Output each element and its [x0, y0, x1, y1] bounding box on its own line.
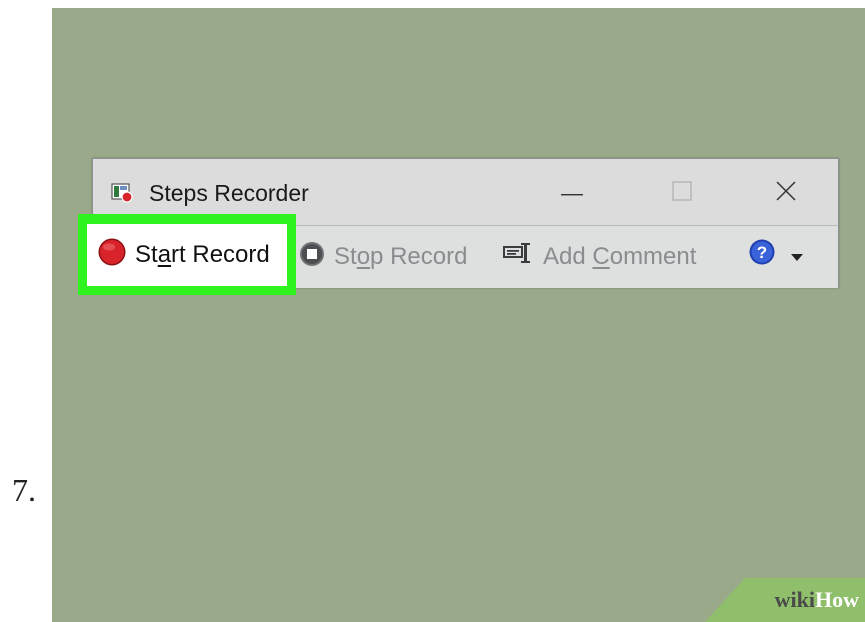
- close-button[interactable]: [763, 173, 809, 213]
- comment-icon: [503, 241, 535, 274]
- add-comment-button[interactable]: Add Comment: [503, 240, 696, 274]
- add-comment-label: Add Comment: [543, 243, 697, 270]
- step-number: 7.: [12, 472, 36, 508]
- start-record-label: Start Record: [135, 241, 270, 268]
- close-icon: [775, 180, 797, 207]
- minimize-button[interactable]: [549, 173, 595, 213]
- maximize-button[interactable]: [659, 173, 705, 213]
- stop-record-label: Stop Record: [334, 243, 468, 270]
- help-icon: ?: [748, 238, 776, 273]
- stop-icon: [298, 240, 326, 275]
- help-button[interactable]: ?: [748, 238, 804, 272]
- help-glyph: ?: [757, 243, 767, 262]
- stop-record-button[interactable]: Stop Record: [298, 240, 467, 274]
- screenshot-canvas: Steps Recorder Stop Record Add Comment ?…: [52, 8, 865, 622]
- window-title: Steps Recorder: [149, 180, 309, 206]
- record-icon: [97, 237, 127, 274]
- minimize-icon: [561, 184, 583, 202]
- start-record-button[interactable]: Start Record: [87, 224, 287, 286]
- watermark-how: How: [815, 587, 859, 612]
- steps-recorder-app-icon: [111, 181, 133, 203]
- maximize-icon: [671, 180, 693, 207]
- watermark-wiki: wiki: [774, 587, 815, 612]
- wikihow-watermark: wiki How: [705, 578, 865, 622]
- chevron-down-icon[interactable]: [790, 241, 804, 269]
